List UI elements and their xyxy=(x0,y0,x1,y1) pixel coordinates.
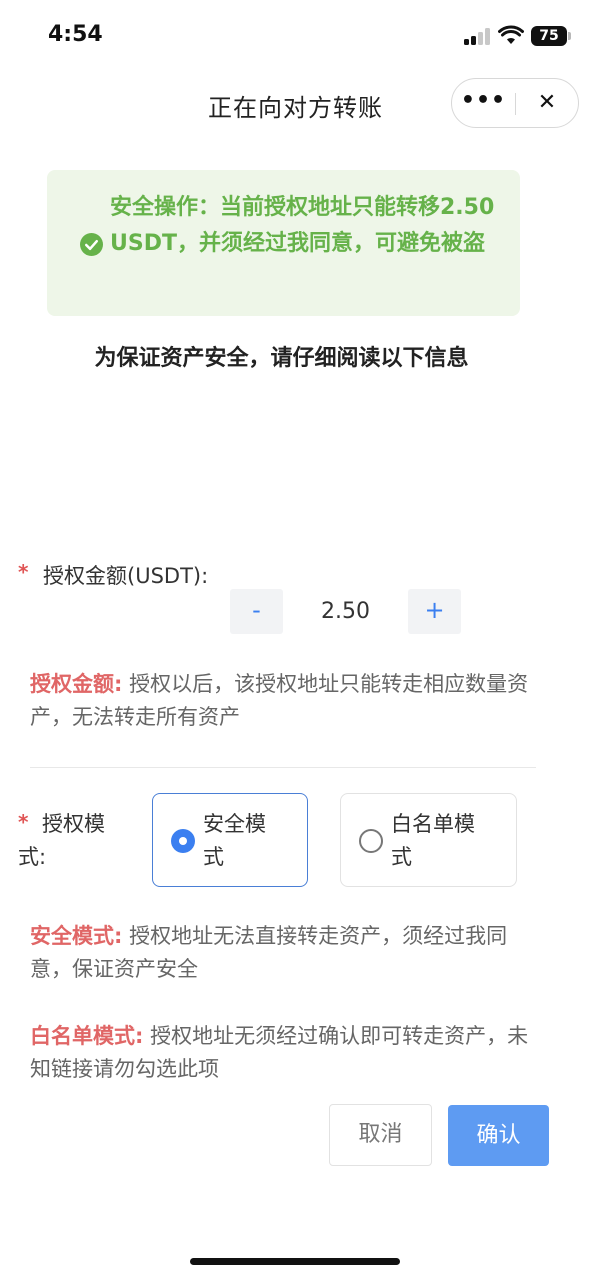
battery-indicator: 75 xyxy=(531,26,567,46)
amount-input[interactable]: 2.50 xyxy=(285,589,406,634)
whitelist-mode-description-title: 白名单模式: xyxy=(30,1024,144,1048)
radio-checked-icon[interactable] xyxy=(171,829,195,853)
status-bar: 4:54 75 xyxy=(0,0,591,72)
cancel-button[interactable]: 取消 xyxy=(329,1104,432,1166)
notice-text: 安全操作：当前授权地址只能转移2.50 USDT，并须经过我同意，可避免被盗 xyxy=(110,195,495,256)
safe-mode-description: 安全模式: 授权地址无法直接转走资产，须经过我同意，保证资产安全 xyxy=(30,920,535,986)
status-time: 4:54 xyxy=(48,22,103,47)
security-notice: 安全操作：当前授权地址只能转移2.50 USDT，并须经过我同意，可避免被盗 xyxy=(47,170,520,316)
mini-program-capsule: ••• ✕ xyxy=(451,78,579,128)
battery-tip xyxy=(568,32,571,40)
safe-mode-label: 安全模式 xyxy=(203,812,266,869)
section-divider xyxy=(30,767,536,768)
cellular-signal-icon xyxy=(464,28,492,45)
whitelist-mode-description: 白名单模式: 授权地址无须经过确认即可转走资产，未知链接请勿勾选此项 xyxy=(30,1020,535,1086)
close-button[interactable]: ✕ xyxy=(516,79,578,127)
mode-label-text: 授权模式: xyxy=(18,812,105,869)
safe-mode-option[interactable]: 安全模式 xyxy=(152,793,308,887)
more-button[interactable]: ••• xyxy=(452,79,515,127)
nav-header: 正在向对方转账 ••• ✕ xyxy=(0,72,591,136)
whitelist-mode-option[interactable]: 白名单模式 xyxy=(340,793,517,887)
radio-unchecked-icon[interactable] xyxy=(359,829,383,853)
amount-label: 授权金额(USDT): xyxy=(43,564,209,588)
whitelist-mode-label: 白名单模式 xyxy=(391,812,475,869)
page: 4:54 75 正在向对方转账 ••• ✕ 安全操作：当前授权地址只能转移2.5… xyxy=(0,0,591,1280)
confirm-button[interactable]: 确认 xyxy=(448,1105,549,1166)
required-mark: * xyxy=(18,560,29,584)
increase-button[interactable]: + xyxy=(408,589,461,634)
check-circle-icon xyxy=(80,233,103,256)
safe-mode-description-title: 安全模式: xyxy=(30,924,123,948)
wifi-icon xyxy=(498,25,524,44)
subtitle: 为保证资产安全，请仔细阅读以下信息 xyxy=(94,346,469,371)
home-indicator[interactable] xyxy=(190,1258,400,1265)
amount-stepper: - 2.50 + xyxy=(230,589,461,634)
mode-label: 授权模式: xyxy=(18,808,128,874)
amount-description-title: 授权金额: xyxy=(30,672,123,696)
amount-description: 授权金额: 授权以后，该授权地址只能转走相应数量资产，无法转走所有资产 xyxy=(30,668,535,734)
decrease-button[interactable]: - xyxy=(230,589,283,634)
